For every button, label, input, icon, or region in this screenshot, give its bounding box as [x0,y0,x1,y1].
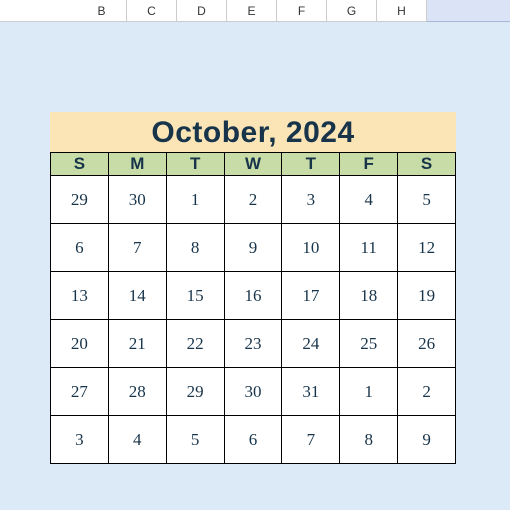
date-cell[interactable]: 14 [108,272,166,320]
date-cell[interactable]: 13 [50,272,108,320]
date-cell[interactable]: 1 [339,368,397,416]
day-header-fri: F [339,152,397,176]
column-header-E[interactable]: E [227,0,277,22]
date-cell[interactable]: 30 [224,368,282,416]
date-cell[interactable]: 26 [397,320,456,368]
date-cell[interactable]: 9 [224,224,282,272]
column-header-C[interactable]: C [127,0,177,22]
date-cell[interactable]: 16 [224,272,282,320]
day-header-wed: W [224,152,282,176]
column-header-D[interactable]: D [177,0,227,22]
day-header-sat: S [397,152,456,176]
column-header-F[interactable]: F [277,0,327,22]
date-cell[interactable]: 25 [339,320,397,368]
day-header-tue: T [166,152,224,176]
calendar-widget: October, 2024 S M T W T F S 29 30 1 2 3 … [50,112,456,464]
date-cell[interactable]: 29 [166,368,224,416]
day-header-row: S M T W T F S [50,152,456,176]
date-cell[interactable]: 4 [108,416,166,464]
date-cell[interactable]: 8 [166,224,224,272]
date-cell[interactable]: 2 [397,368,456,416]
column-header-G[interactable]: G [327,0,377,22]
date-cell[interactable]: 22 [166,320,224,368]
date-cell[interactable]: 11 [339,224,397,272]
day-header-sun: S [50,152,108,176]
date-cell[interactable]: 9 [397,416,456,464]
date-cell[interactable]: 15 [166,272,224,320]
date-cell[interactable]: 18 [339,272,397,320]
spreadsheet-surface[interactable]: October, 2024 S M T W T F S 29 30 1 2 3 … [0,22,510,510]
date-cell[interactable]: 27 [50,368,108,416]
column-header-gutter [0,0,77,22]
date-cell[interactable]: 3 [281,176,339,224]
date-cell[interactable]: 5 [397,176,456,224]
calendar-week-5: 27 28 29 30 31 1 2 [50,368,456,416]
column-header-row: B C D E F G H [0,0,510,22]
date-cell[interactable]: 28 [108,368,166,416]
day-header-thu: T [281,152,339,176]
date-cell[interactable]: 3 [50,416,108,464]
date-cell[interactable]: 2 [224,176,282,224]
date-cell[interactable]: 24 [281,320,339,368]
date-cell[interactable]: 23 [224,320,282,368]
date-cell[interactable]: 19 [397,272,456,320]
date-cell[interactable]: 12 [397,224,456,272]
calendar-week-1: 29 30 1 2 3 4 5 [50,176,456,224]
calendar-week-2: 6 7 8 9 10 11 12 [50,224,456,272]
date-cell[interactable]: 1 [166,176,224,224]
date-cell[interactable]: 21 [108,320,166,368]
calendar-week-4: 20 21 22 23 24 25 26 [50,320,456,368]
date-cell[interactable]: 7 [281,416,339,464]
date-cell[interactable]: 7 [108,224,166,272]
date-cell[interactable]: 10 [281,224,339,272]
date-cell[interactable]: 6 [224,416,282,464]
day-header-mon: M [108,152,166,176]
calendar-week-6: 3 4 5 6 7 8 9 [50,416,456,464]
date-cell[interactable]: 17 [281,272,339,320]
calendar-title: October, 2024 [50,112,456,152]
date-cell[interactable]: 20 [50,320,108,368]
date-cell[interactable]: 4 [339,176,397,224]
date-cell[interactable]: 5 [166,416,224,464]
column-header-rest[interactable] [427,0,510,22]
date-cell[interactable]: 6 [50,224,108,272]
calendar-week-3: 13 14 15 16 17 18 19 [50,272,456,320]
date-cell[interactable]: 8 [339,416,397,464]
column-header-H[interactable]: H [377,0,427,22]
date-cell[interactable]: 31 [281,368,339,416]
date-cell[interactable]: 30 [108,176,166,224]
date-cell[interactable]: 29 [50,176,108,224]
column-header-B[interactable]: B [77,0,127,22]
